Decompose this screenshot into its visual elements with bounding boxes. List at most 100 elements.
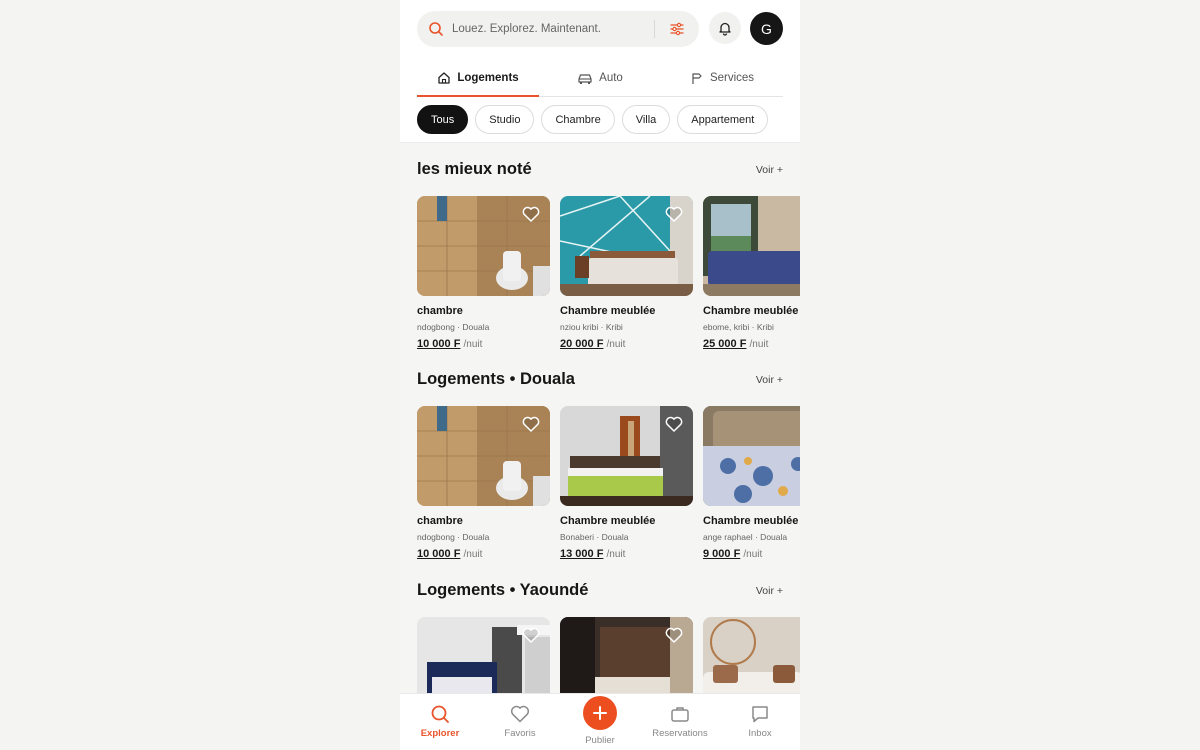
bedroom-floral-photo [703, 406, 800, 506]
listing-title: Chambre meublée [703, 515, 799, 527]
tab-logements[interactable]: Logements [417, 60, 539, 97]
price-value: 13 000 F [560, 548, 604, 560]
search-input[interactable] [452, 23, 648, 35]
listing-card[interactable]: Chambre meublée ebome, kribi · Kribi 25 … [703, 196, 800, 350]
tab-label: Auto [599, 72, 623, 84]
listing-price: 25 000 F /nuit [703, 338, 800, 350]
section-title: les mieux noté [417, 160, 532, 178]
listing-price: 9 000 F /nuit [703, 548, 800, 560]
listing-location: ndogbong · Douala [417, 532, 490, 542]
bedroom-teal-photo [560, 196, 693, 296]
avatar[interactable]: G [750, 12, 783, 45]
bedroom-green-photo [560, 406, 693, 506]
price-unit: /nuit [463, 549, 483, 560]
chip-studio[interactable]: Studio [475, 105, 535, 134]
favorite-heart-icon[interactable] [665, 627, 683, 643]
bell-icon [719, 22, 731, 36]
search-icon [431, 705, 449, 723]
nav-label: Inbox [748, 728, 772, 739]
price-value: 25 000 F [703, 338, 747, 350]
notifications-button[interactable] [709, 12, 741, 44]
listing-location: nziou kribi · Kribi [560, 322, 623, 332]
briefcase-icon [671, 707, 689, 722]
listing-price: 20 000 F /nuit [560, 338, 693, 350]
listing-price: 10 000 F /nuit [417, 338, 550, 350]
bedroom-window-photo [703, 196, 800, 296]
see-more-link[interactable]: Voir + [756, 374, 783, 386]
price-unit: /nuit [743, 549, 763, 560]
listing-title: chambre [417, 305, 463, 317]
listing-card[interactable]: chambre ndogbong · Douala 10 000 F /nuit [417, 196, 550, 350]
section-title: Logements • Douala [417, 370, 575, 388]
listing-title: Chambre meublée [560, 305, 656, 317]
tab-label: Logements [457, 72, 519, 84]
listing-card[interactable]: Chambre meublée nziou kribi · Kribi 20 0… [560, 196, 693, 350]
chip-villa[interactable]: Villa [621, 105, 671, 134]
section-header: Logements • Douala Voir + [417, 370, 783, 389]
price-unit: /nuit [606, 549, 626, 560]
tab-auto[interactable]: Auto [539, 60, 661, 96]
bathroom-photo [417, 406, 550, 506]
plus-icon [593, 706, 607, 720]
nav-inbox[interactable]: Inbox [720, 694, 800, 750]
nav-reservations[interactable]: Reservations [640, 694, 720, 750]
filter-icon[interactable] [669, 21, 685, 37]
tab-label: Services [709, 72, 755, 84]
price-value: 10 000 F [417, 338, 461, 350]
price-unit: /nuit [606, 339, 626, 350]
nav-label: Explorer [420, 728, 460, 739]
header: G Logements Auto Services Tous Studio Ch… [400, 0, 800, 143]
see-more-link[interactable]: Voir + [756, 585, 783, 597]
services-icon [692, 73, 702, 84]
favorite-heart-icon[interactable] [665, 416, 683, 432]
tab-services[interactable]: Services [661, 60, 783, 96]
search-icon [429, 22, 443, 36]
price-unit: /nuit [749, 339, 769, 350]
favorite-heart-icon[interactable] [522, 627, 540, 643]
listing-location: ange raphael · Douala [703, 532, 788, 542]
nav-label-publier: Publier [585, 735, 615, 746]
listing-row: chambre ndogbong · Douala 10 000 F /nuit… [417, 406, 800, 560]
listing-title: chambre [417, 515, 463, 527]
nav-label: Reservations [652, 728, 708, 739]
listing-card[interactable]: chambre ndogbong · Douala 10 000 F /nuit [417, 406, 550, 560]
price-value: 20 000 F [560, 338, 604, 350]
favorite-heart-icon[interactable] [522, 416, 540, 432]
listing-title: Chambre meublée [560, 515, 656, 527]
listing-title: Chambre meublée [703, 305, 799, 317]
nav-favoris[interactable]: Favoris [480, 694, 560, 750]
section-header: Logements • Yaoundé Voir + [417, 581, 783, 600]
search-divider [654, 20, 655, 38]
listing-location: Bonaberi · Douala [560, 532, 629, 542]
see-more-link[interactable]: Voir + [756, 164, 783, 176]
heart-icon [510, 705, 530, 723]
nav-explorer[interactable]: Explorer [400, 694, 480, 750]
listing-location: ndogbong · Douala [417, 322, 490, 332]
chip-appartement[interactable]: Appartement [677, 105, 769, 134]
chat-icon [752, 706, 768, 723]
chip-tous[interactable]: Tous [417, 105, 469, 134]
listing-price: 13 000 F /nuit [560, 548, 693, 560]
listing-price: 10 000 F /nuit [417, 548, 550, 560]
section-title: Logements • Yaoundé [417, 581, 589, 599]
publish-button[interactable] [583, 696, 617, 730]
price-value: 10 000 F [417, 548, 461, 560]
listing-card[interactable]: Chambre meublée ange raphael · Douala 9 … [703, 406, 800, 560]
filter-chips: Tous Studio Chambre Villa Appartement [417, 105, 769, 134]
section-header: les mieux noté Voir + [417, 160, 783, 179]
listing-location: ebome, kribi · Kribi [703, 322, 774, 332]
listing-row: chambre ndogbong · Douala 10 000 F /nuit… [417, 196, 800, 350]
favorite-heart-icon[interactable] [665, 206, 683, 222]
favorite-heart-icon[interactable] [522, 206, 540, 222]
category-tabs: Logements Auto Services [417, 60, 783, 97]
app-screen: G Logements Auto Services Tous Studio Ch… [400, 0, 800, 750]
chip-chambre[interactable]: Chambre [541, 105, 615, 134]
price-value: 9 000 F [703, 548, 741, 560]
search-bar[interactable] [417, 11, 699, 47]
price-unit: /nuit [463, 339, 483, 350]
car-icon [578, 74, 592, 84]
listing-card[interactable]: Chambre meublée Bonaberi · Douala 13 000… [560, 406, 693, 560]
bathroom-photo [417, 196, 550, 296]
home-icon [438, 72, 450, 84]
nav-label: Favoris [504, 728, 536, 739]
